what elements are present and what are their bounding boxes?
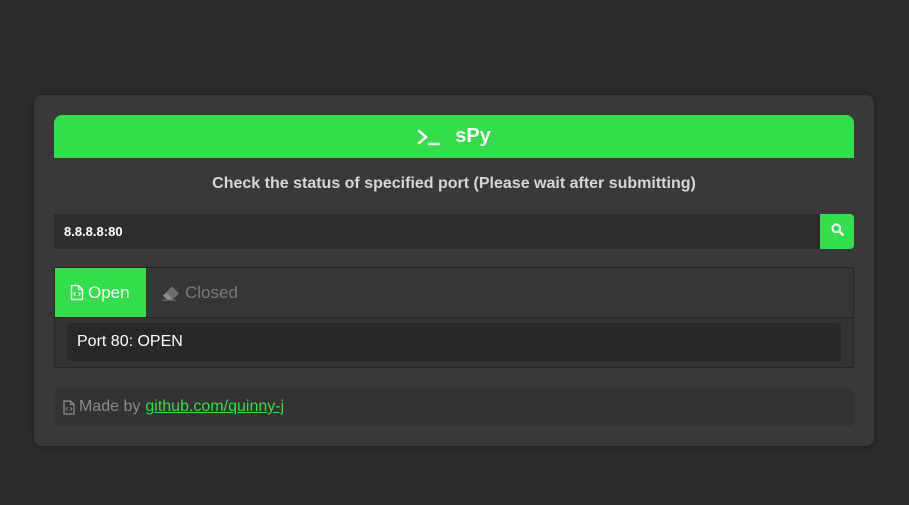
- footer-prefix: Made by: [79, 398, 141, 415]
- page-subtitle: Check the status of specified port (Plea…: [212, 175, 696, 192]
- app-title: sPy: [455, 125, 491, 147]
- tab-bar: Open Closed: [55, 268, 853, 318]
- result-item: Port 80: OPEN: [67, 323, 841, 361]
- tab-open[interactable]: Open: [55, 268, 146, 317]
- github-link[interactable]: github.com/quinny-j: [145, 398, 284, 416]
- tab-closed-label: Closed: [185, 282, 238, 302]
- file-code-icon: [63, 399, 75, 415]
- results-panel: Open Closed Port 80: OPEN: [54, 267, 854, 368]
- app-header: sPy: [54, 115, 854, 158]
- port-input[interactable]: [54, 214, 820, 249]
- footer: Made by github.com/quinny-j: [54, 388, 854, 426]
- tab-closed[interactable]: Closed: [146, 268, 253, 317]
- main-card: sPy Check the status of specified port (…: [34, 95, 874, 446]
- search-button[interactable]: [820, 214, 854, 249]
- search-icon: [830, 222, 844, 241]
- tab-open-label: Open: [88, 282, 130, 302]
- terminal-icon: [417, 128, 441, 146]
- file-code-icon: [70, 284, 84, 301]
- eraser-icon: [161, 285, 181, 301]
- search-bar: [54, 214, 854, 249]
